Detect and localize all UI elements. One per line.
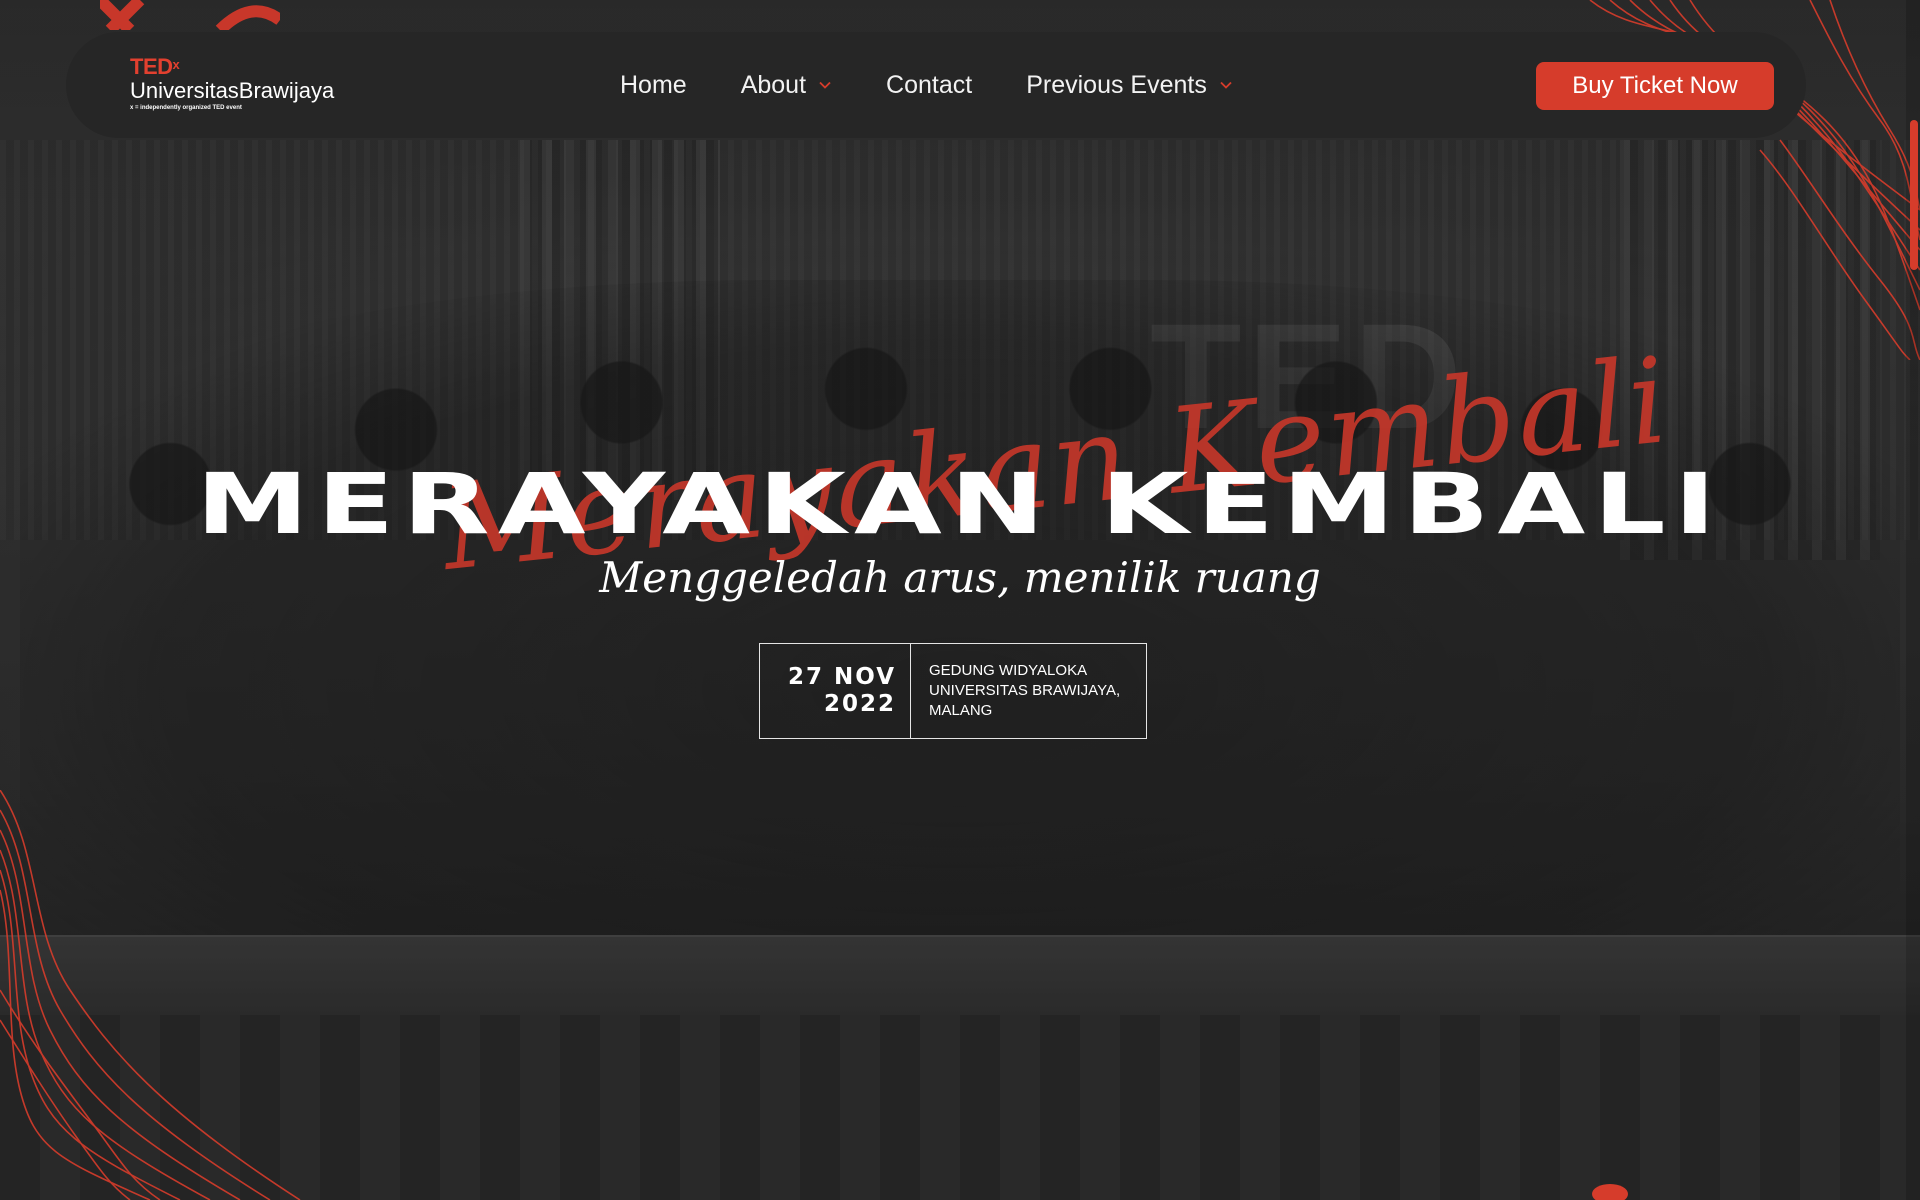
decorative-blob-bottom-right xyxy=(1592,1184,1628,1200)
hero-subtitle: Menggeledah arus, menilik ruang xyxy=(599,553,1321,602)
event-date-day-month: 27 NOV xyxy=(788,664,896,690)
venue-line-2: UNIVERSITAS BRAWIJAYA, xyxy=(929,682,1121,699)
decorative-x-top-left xyxy=(100,0,280,30)
nav-about[interactable]: About xyxy=(741,71,832,100)
nav-about-label: About xyxy=(740,70,807,99)
chevron-down-icon xyxy=(1220,81,1232,89)
decorative-swirl-bottom-left xyxy=(0,790,301,1200)
logo-name: UniversitasBrawijaya xyxy=(130,78,335,103)
hero-title: MERAYAKAN KEMBALI xyxy=(195,455,1725,553)
event-venue: GEDUNG WIDYALOKA UNIVERSITAS BRAWIJAYA, … xyxy=(911,644,1146,738)
nav-contact[interactable]: Contact xyxy=(886,71,972,100)
venue-line-3: MALANG xyxy=(929,702,993,719)
event-info-box: 27 NOV 2022 GEDUNG WIDYALOKA UNIVERSITAS… xyxy=(759,643,1147,739)
navbar: TEDx UniversitasBrawijaya x = independen… xyxy=(66,32,1806,138)
scrollbar-thumb[interactable] xyxy=(1910,120,1918,270)
logo-tagline: x = independently organized TED event xyxy=(130,105,242,111)
buy-ticket-button[interactable]: Buy Ticket Now xyxy=(1536,62,1774,110)
site-logo[interactable]: TEDx UniversitasBrawijaya x = independen… xyxy=(130,56,334,112)
nav-home[interactable]: Home xyxy=(620,71,687,100)
event-date: 27 NOV 2022 xyxy=(760,644,911,738)
venue-line-1: GEDUNG WIDYALOKA xyxy=(929,662,1088,679)
nav-home-label: Home xyxy=(620,70,687,99)
logo-ted: TEDx xyxy=(130,54,180,79)
chevron-down-icon xyxy=(819,81,831,89)
nav-previous-events-label: Previous Events xyxy=(1026,70,1207,99)
nav-contact-label: Contact xyxy=(886,70,973,99)
nav-previous-events[interactable]: Previous Events xyxy=(1026,71,1233,100)
event-date-year: 2022 xyxy=(823,691,896,717)
nav-links: Home About Contact Previous Events xyxy=(620,32,1287,138)
